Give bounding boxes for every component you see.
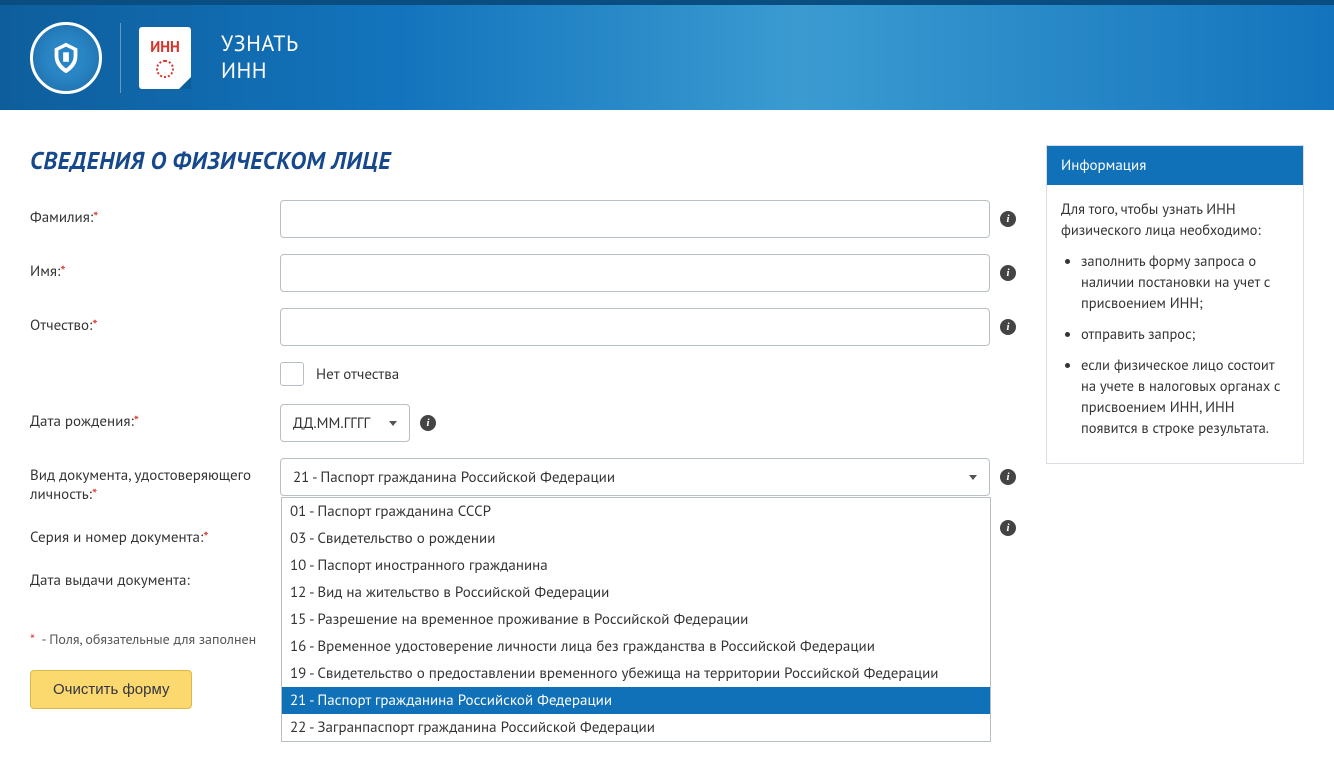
stamp-icon <box>156 60 174 78</box>
info-icon[interactable]: i <box>1000 211 1016 227</box>
form-panel: СВЕДЕНИЯ О ФИЗИЧЕСКОМ ЛИЦЕ Фамилия:* i И… <box>30 145 1016 709</box>
doc-type-option[interactable]: 10 - Паспорт иностранного гражданина <box>282 552 990 579</box>
doc-type-option[interactable]: 03 - Свидетельство о рождении <box>282 525 990 552</box>
sidebar-list-item: заполнить форму запроса о наличии постан… <box>1081 251 1289 314</box>
sidebar-list-item: если физическое лицо состоит на учете в … <box>1081 355 1289 439</box>
doc-type-option[interactable]: 15 - Разрешение на временное проживание … <box>282 606 990 633</box>
sidebar-title: Информация <box>1047 146 1303 185</box>
section-title: СВЕДЕНИЯ О ФИЗИЧЕСКОМ ЛИЦЕ <box>30 145 1016 176</box>
doc-issue-date-label: Дата выдачи документа: <box>30 563 280 590</box>
doc-type-option[interactable]: 01 - Паспорт гражданина СССР <box>282 498 990 525</box>
inn-badge-text: ИНН <box>150 38 180 57</box>
birthdate-label: Дата рождения:* <box>30 404 280 431</box>
info-icon[interactable]: i <box>420 415 436 431</box>
firstname-label: Имя:* <box>30 254 280 281</box>
doc-type-dropdown: 01 - Паспорт гражданина СССР03 - Свидете… <box>281 497 991 742</box>
doc-type-label: Вид документа, удостоверяющего личность:… <box>30 458 280 504</box>
no-patronymic-checkbox[interactable] <box>280 362 304 386</box>
info-icon[interactable]: i <box>1000 265 1016 281</box>
doc-series-label: Серия и номер документа:* <box>30 520 280 547</box>
fns-emblem-logo <box>30 22 102 94</box>
header-divider <box>120 23 121 93</box>
doc-type-option[interactable]: 22 - Загранпаспорт гражданина Российской… <box>282 714 990 741</box>
info-icon[interactable]: i <box>1000 469 1016 485</box>
app-header: ИНН УЗНАТЬ ИНН <box>0 0 1334 110</box>
clear-form-button[interactable]: Очистить форму <box>30 670 192 709</box>
chevron-down-icon <box>389 421 397 426</box>
sidebar-intro: Для того, чтобы узнать ИНН физического л… <box>1061 199 1289 241</box>
patronymic-input[interactable] <box>280 308 990 346</box>
doc-type-select[interactable]: 21 - Паспорт гражданина Российской Федер… <box>280 458 990 496</box>
firstname-input[interactable] <box>280 254 990 292</box>
inn-document-icon: ИНН <box>139 27 191 89</box>
lastname-input[interactable] <box>280 200 990 238</box>
lastname-label: Фамилия:* <box>30 200 280 227</box>
info-icon[interactable]: i <box>1000 520 1016 536</box>
doc-type-option[interactable]: 12 - Вид на жительство в Российской Феде… <box>282 579 990 606</box>
doc-type-option[interactable]: 21 - Паспорт гражданина Российской Федер… <box>282 687 990 714</box>
doc-type-option[interactable]: 16 - Временное удостоверение личности ли… <box>282 633 990 660</box>
info-icon[interactable]: i <box>1000 319 1016 335</box>
doc-type-option[interactable]: 19 - Свидетельство о предоставлении врем… <box>282 660 990 687</box>
app-title: УЗНАТЬ ИНН <box>221 31 299 84</box>
birthdate-input[interactable]: ДД.ММ.ГГГГ <box>280 404 410 442</box>
patronymic-label: Отчество:* <box>30 308 280 335</box>
info-sidebar: Информация Для того, чтобы узнать ИНН фи… <box>1046 145 1304 464</box>
sidebar-list-item: отправить запрос; <box>1081 324 1289 345</box>
no-patronymic-label: Нет отчества <box>316 365 399 384</box>
chevron-down-icon <box>969 475 977 480</box>
